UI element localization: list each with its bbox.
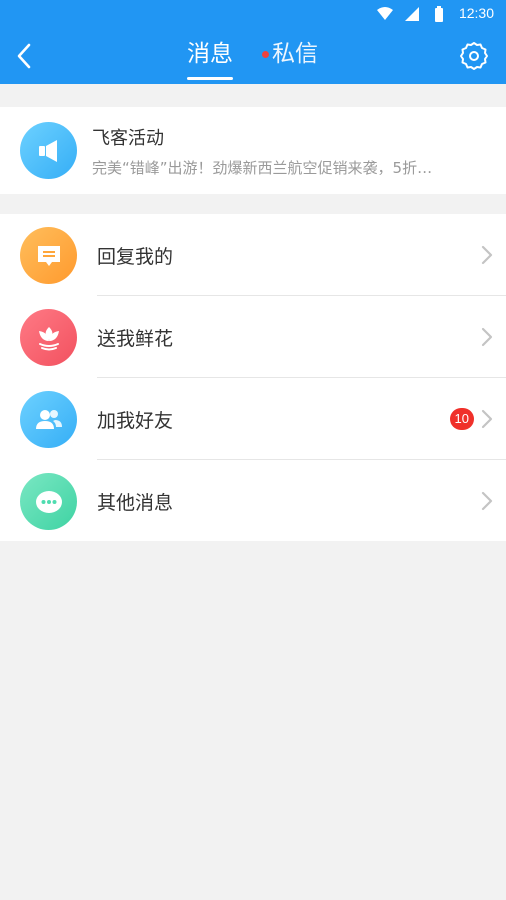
flower-icon-circle [20,309,77,366]
other-icon-circle [20,473,77,530]
chevron-right-icon [481,245,493,265]
chevron-right-icon [481,409,493,429]
megaphone-icon [38,139,57,162]
back-button[interactable] [8,40,40,72]
list-item-label: 其他消息 [97,492,174,514]
list-item-label: 回复我的 [97,246,174,268]
battery-icon [435,6,443,22]
wifi-icon [377,7,393,20]
chevron-left-icon [17,43,31,69]
active-tab-indicator [187,77,233,80]
comment-icon [37,245,60,266]
chevron-right-icon [481,327,493,347]
activity-card[interactable]: 飞客活动 完美“错峰”出游！劲爆新西兰航空促销来袭，5折… [0,107,506,194]
tab-private-messages[interactable]: 私信 [262,38,318,78]
unread-dot [262,51,269,58]
list-item-replies[interactable]: 回复我的 [0,214,506,296]
reply-icon-circle [20,227,77,284]
signal-icon [405,7,419,21]
status-time: 12:30 [458,5,494,21]
list-item-label: 加我好友 [97,410,174,432]
flower-icon [38,326,59,350]
list-item-label: 送我鲜花 [97,328,174,350]
settings-button[interactable] [458,40,490,72]
gear-icon [460,42,488,70]
list-item-other[interactable]: 其他消息 [0,460,506,542]
activity-icon-circle [20,122,77,179]
friends-icon-circle [20,391,77,448]
tab-private-messages-label: 私信 [272,41,318,67]
chevron-right-icon [481,491,493,511]
friends-icon [35,409,62,429]
activity-description: 完美“错峰”出游！劲爆新西兰航空促销来袭，5折… [92,159,433,177]
tab-messages-label: 消息 [187,41,233,67]
more-icon [35,490,62,513]
activity-title: 飞客活动 [92,128,164,149]
unread-count-badge: 10 [449,408,474,430]
tab-messages[interactable]: 消息 [187,38,233,80]
app-bar: 消息 私信 [0,28,506,84]
status-bar: 12:30 [0,0,506,28]
list-item-friends[interactable]: 加我好友 10 [0,378,506,460]
message-category-list: 回复我的 送我鲜花 加我好友 10 其他消息 [0,214,506,541]
list-item-flowers[interactable]: 送我鲜花 [0,296,506,378]
